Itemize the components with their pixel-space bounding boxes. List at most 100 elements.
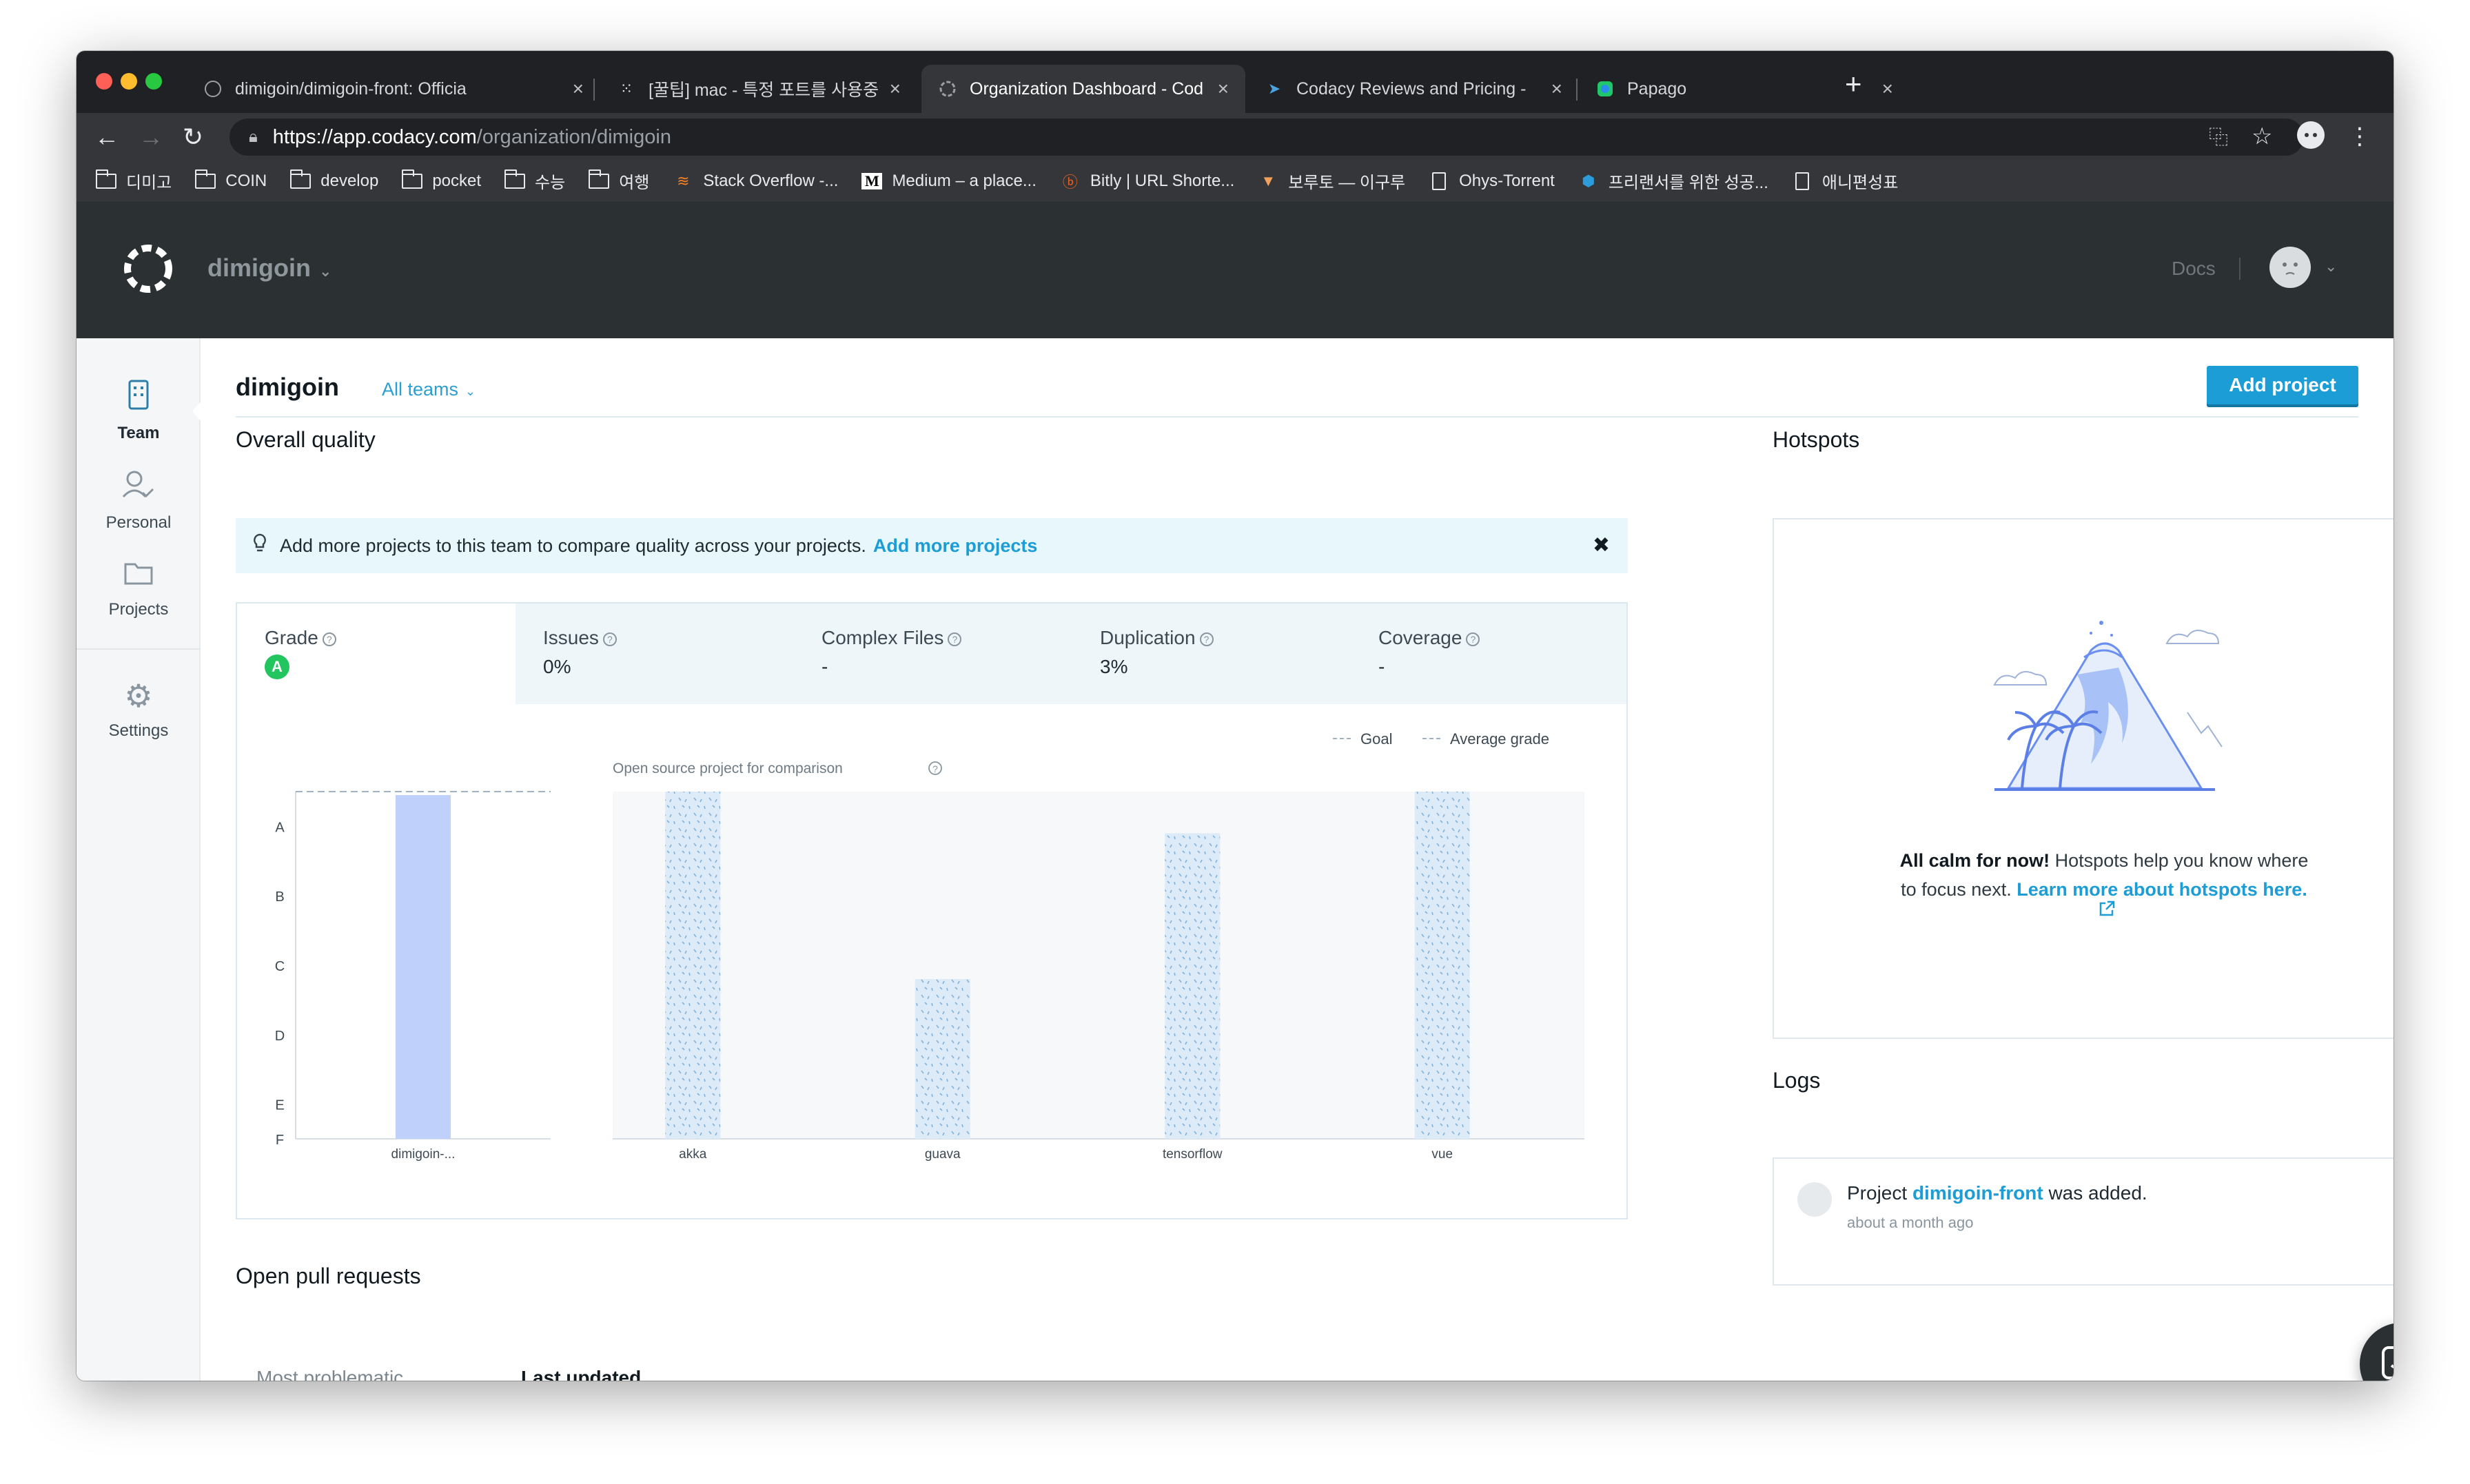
folder-icon bbox=[504, 169, 526, 189]
bar-vue[interactable] bbox=[1414, 792, 1470, 1139]
minimize-window-button[interactable] bbox=[121, 73, 137, 90]
tab-last-updated[interactable]: Last updated bbox=[521, 1367, 641, 1381]
bookmark-link[interactable]: 애니편성표 bbox=[1792, 169, 1898, 193]
bookmark-folder[interactable]: develop bbox=[290, 169, 379, 191]
log-timestamp: about a month ago bbox=[1847, 1214, 1974, 1231]
document-icon bbox=[1432, 172, 1447, 190]
tab-title: dimigoin/dimigoin-front: Officia bbox=[235, 79, 467, 99]
bookmark-link[interactable]: M Medium – a place... bbox=[861, 172, 1037, 191]
y-tick-label: A bbox=[275, 820, 285, 835]
y-tick-label: B bbox=[275, 889, 284, 905]
volcano-illustration-icon bbox=[1993, 621, 2223, 791]
browser-window: dimigoin/dimigoin-front: Officia × ⁙ [꿀팁… bbox=[76, 51, 2394, 1381]
bar-akka[interactable] bbox=[665, 792, 721, 1139]
hexagon-icon: ⬢ bbox=[1582, 172, 1595, 189]
close-window-button[interactable] bbox=[96, 73, 112, 90]
help-icon[interactable]: ? bbox=[602, 632, 617, 646]
bar-tensorflow[interactable] bbox=[1165, 833, 1221, 1139]
chat-button[interactable] bbox=[2360, 1323, 2394, 1381]
bookmark-folder[interactable]: COIN bbox=[195, 169, 267, 191]
log-project-link[interactable]: dimigoin-front bbox=[1912, 1182, 2043, 1204]
bookmark-link[interactable]: ▼ 보루토 — 이구루 bbox=[1258, 169, 1405, 193]
add-more-projects-link[interactable]: Add more projects bbox=[873, 535, 1038, 557]
bookmark-folder[interactable]: 수능 bbox=[504, 169, 565, 193]
menu-icon[interactable]: ⋮ bbox=[2348, 123, 2371, 150]
bookmark-folder[interactable]: pocket bbox=[402, 169, 481, 191]
help-icon[interactable]: ? bbox=[948, 632, 962, 646]
logs-heading: Logs bbox=[1773, 1068, 1821, 1093]
bookmark-link[interactable]: Ohys-Torrent bbox=[1429, 172, 1555, 191]
bar-dimigoin-...[interactable] bbox=[396, 795, 451, 1139]
help-icon[interactable]: ? bbox=[1199, 632, 1214, 646]
close-tab-icon[interactable]: × bbox=[573, 78, 584, 100]
browser-tab[interactable]: dimigoin/dimigoin-front: Officia × bbox=[187, 65, 600, 113]
quality-card: Grade? A Issues? 0% Complex Files? - Dup… bbox=[236, 602, 1628, 1219]
org-switcher[interactable]: dimigoin ⌄ bbox=[207, 254, 331, 282]
chevron-down-icon: ⌄ bbox=[318, 262, 332, 280]
metric-label: Duplication bbox=[1100, 627, 1196, 648]
metric-complex-files[interactable]: Complex Files? - bbox=[794, 604, 1072, 704]
chevron-down-icon: ⌄ bbox=[465, 384, 476, 398]
lock-icon: 🔒︎ bbox=[249, 127, 258, 146]
close-tab-icon[interactable]: × bbox=[1882, 78, 1893, 100]
browser-tab-active[interactable]: Organization Dashboard - Cod × bbox=[921, 65, 1245, 113]
new-tab-button[interactable]: + bbox=[1845, 68, 1862, 101]
bar-guava[interactable] bbox=[915, 979, 970, 1139]
sidebar-item-projects[interactable]: Projects bbox=[76, 559, 201, 619]
close-tab-icon[interactable]: × bbox=[1551, 78, 1562, 100]
forward-icon[interactable]: → bbox=[139, 123, 163, 152]
close-tab-icon[interactable]: × bbox=[890, 78, 901, 100]
hotspots-text: Hotspots help you know where bbox=[2054, 850, 2309, 871]
tab-most-problematic[interactable]: Most problematic bbox=[256, 1367, 403, 1381]
sidebar-item-settings[interactable]: ⚙ Settings bbox=[76, 677, 201, 741]
bookmark-folder[interactable]: 디미고 bbox=[96, 169, 172, 193]
sidebar: Team Personal Projects ⚙ Settings bbox=[76, 338, 202, 1381]
medium-icon: M bbox=[861, 172, 883, 189]
log-entry: Project dimigoin-front was added. bbox=[1847, 1182, 2147, 1204]
chevron-down-icon[interactable]: ⌄ bbox=[2325, 258, 2337, 276]
sidebar-item-team[interactable]: Team bbox=[76, 380, 201, 443]
star-icon[interactable]: ☆ bbox=[2252, 123, 2272, 150]
translate-icon[interactable]: ⿻ bbox=[2209, 123, 2228, 150]
add-project-button[interactable]: Add project bbox=[2207, 366, 2358, 404]
bookmark-label: 디미고 bbox=[126, 174, 172, 192]
metric-grade[interactable]: Grade? A bbox=[237, 604, 516, 704]
bookmark-label: develop bbox=[320, 171, 379, 190]
help-icon[interactable]: ? bbox=[322, 632, 336, 646]
y-tick-label: D bbox=[275, 1029, 285, 1044]
paper-plane-icon: ➤ bbox=[1267, 80, 1281, 97]
external-link-icon[interactable] bbox=[2098, 900, 2116, 923]
bookmark-label: 프리랜서를 위한 성공... bbox=[1608, 174, 1768, 192]
browser-tab[interactable]: ➤ Codacy Reviews and Pricing - × bbox=[1248, 65, 1579, 113]
bookmark-label: COIN bbox=[225, 171, 267, 190]
user-avatar[interactable] bbox=[2269, 247, 2311, 288]
teams-filter[interactable]: All teams ⌄ bbox=[382, 379, 476, 400]
log-prefix: Project bbox=[1847, 1182, 1908, 1204]
hotspots-learn-more-link[interactable]: Learn more about hotspots here. bbox=[2017, 879, 2307, 900]
metric-coverage[interactable]: Coverage? - bbox=[1351, 604, 1628, 704]
address-bar[interactable]: 🔒︎ https://app.codacy.com/organization/d… bbox=[229, 118, 2304, 156]
x-tick-label: vue bbox=[1431, 1147, 1453, 1162]
back-icon[interactable]: ← bbox=[94, 123, 119, 152]
close-tab-icon[interactable]: × bbox=[1218, 78, 1229, 100]
teams-filter-label: All teams bbox=[382, 379, 459, 400]
bookmark-link[interactable]: ⬢ 프리랜서를 위한 성공... bbox=[1578, 169, 1768, 193]
sidebar-item-personal[interactable]: Personal bbox=[76, 469, 201, 533]
bookmark-folder[interactable]: 여행 bbox=[589, 169, 649, 193]
metric-issues[interactable]: Issues? 0% bbox=[516, 604, 794, 704]
bookmark-link[interactable]: ⓑ Bitly | URL Shorte... bbox=[1060, 172, 1234, 191]
comparison-help-icon[interactable]: ? bbox=[928, 761, 942, 775]
reload-icon[interactable]: ↻ bbox=[183, 123, 203, 152]
maximize-window-button[interactable] bbox=[145, 73, 162, 90]
codacy-logo-icon[interactable] bbox=[115, 236, 181, 302]
bookmark-link[interactable]: ≋ Stack Overflow -... bbox=[673, 172, 838, 191]
browser-tab[interactable]: ⁙ [꿀팁] mac - 특정 포트를 사용중인 × bbox=[600, 65, 917, 113]
hotspots-message: All calm for now! Hotspots help you know… bbox=[1774, 846, 2394, 904]
metric-duplication[interactable]: Duplication? 3% bbox=[1072, 604, 1351, 704]
close-icon[interactable]: ✖ bbox=[1593, 533, 1610, 557]
gear-icon: ⚙ bbox=[124, 678, 153, 714]
help-icon[interactable]: ? bbox=[1466, 632, 1480, 646]
profile-avatar-icon[interactable] bbox=[2296, 120, 2326, 156]
docs-link[interactable]: Docs bbox=[2172, 258, 2216, 280]
hotspots-card: All calm for now! Hotspots help you know… bbox=[1773, 518, 2394, 1039]
